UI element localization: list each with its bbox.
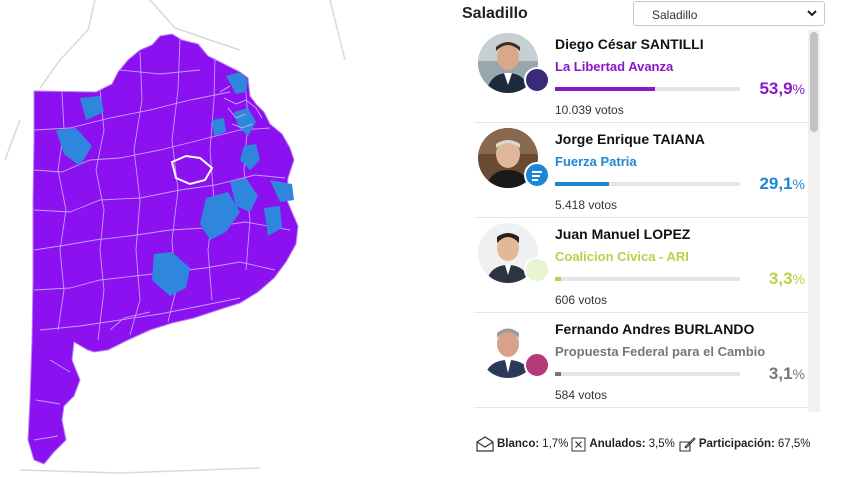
candidate-party: Fuerza Patria	[555, 154, 637, 169]
vote-bar	[555, 372, 740, 376]
vote-bar-fill	[555, 87, 655, 91]
province-shape	[27, 33, 299, 465]
vote-count: 5.418 votos	[555, 198, 618, 212]
vote-bar	[555, 87, 740, 91]
candidate-name: Diego César SANTILLI	[555, 36, 704, 52]
vote-percentage: 29,1%	[759, 174, 805, 194]
candidate-card[interactable]: Jorge Enrique TAIANA Fuerza Patria 29,1%…	[474, 123, 808, 218]
vote-count: 606 votos	[555, 293, 608, 307]
vote-bar-fill	[555, 277, 562, 281]
anulados-label: Anulados:	[589, 438, 646, 450]
partido-select[interactable]: Saladillo	[633, 1, 825, 26]
vote-bar-fill	[555, 182, 609, 186]
vote-bar-fill	[555, 372, 561, 376]
ballot-pencil-icon	[679, 437, 696, 452]
vote-count: 584 votos	[555, 388, 608, 402]
candidate-card[interactable]: Diego César SANTILLI La Libertad Avanza …	[474, 28, 808, 123]
vote-percentage-value: 53,9	[759, 79, 793, 98]
vote-percentage-value: 29,1	[759, 174, 793, 193]
percent-symbol: %	[792, 271, 805, 287]
province-map[interactable]	[0, 0, 450, 477]
cc-ari-logo-icon	[524, 257, 550, 283]
summary-footer: Blanco: 1,7% Anulados: 3,5% Participació…	[476, 436, 811, 452]
fuerza-patria-logo-icon	[524, 162, 550, 188]
propuesta-federal-logo-icon	[524, 352, 550, 378]
partido-select-value: Saladillo	[652, 8, 698, 22]
lla-logo-icon	[524, 67, 550, 93]
vote-percentage: 53,9%	[759, 79, 805, 99]
blanco-label: Blanco:	[497, 438, 540, 450]
vote-percentage: 3,1%	[769, 364, 805, 384]
vote-bar	[555, 182, 740, 186]
panel-title: Saladillo	[462, 5, 528, 22]
candidate-name: Juan Manuel LOPEZ	[555, 226, 691, 242]
participacion-label: Participación:	[698, 438, 775, 450]
scrollbar-thumb[interactable]	[810, 32, 818, 132]
participacion-value: 67,5%	[777, 438, 811, 450]
candidate-party: Coalicion Cívica - ARI	[555, 249, 689, 264]
vote-percentage-value: 3,1	[768, 364, 793, 383]
anulados-value: 3,5%	[648, 438, 675, 450]
candidate-name: Fernando Andres BURLANDO	[555, 321, 755, 337]
envelope-icon	[476, 436, 494, 452]
vote-percentage: 3,3%	[769, 269, 805, 289]
candidate-party: Propuesta Federal para el Cambio	[555, 344, 766, 359]
blanco-value: 1,7%	[542, 438, 569, 450]
vote-count: 10.039 votos	[555, 103, 624, 117]
chevron-down-icon	[807, 10, 817, 17]
candidate-card[interactable]: Fernando Andres BURLANDO Propuesta Feder…	[474, 313, 808, 408]
candidate-list[interactable]: Diego César SANTILLI La Libertad Avanza …	[474, 28, 820, 412]
percent-symbol: %	[792, 176, 805, 192]
vote-bar	[555, 277, 740, 281]
percent-symbol: %	[792, 81, 805, 97]
candidate-name: Jorge Enrique TAIANA	[555, 131, 705, 147]
map-svg	[4, 0, 346, 474]
vote-percentage-value: 3,3	[768, 269, 793, 288]
list-scrollbar[interactable]	[808, 30, 820, 412]
percent-symbol: %	[792, 366, 805, 382]
candidate-party: La Libertad Avanza	[555, 59, 674, 74]
cross-box-icon	[571, 437, 586, 451]
candidate-card[interactable]: Juan Manuel LOPEZ Coalicion Cívica - ARI…	[474, 218, 808, 313]
